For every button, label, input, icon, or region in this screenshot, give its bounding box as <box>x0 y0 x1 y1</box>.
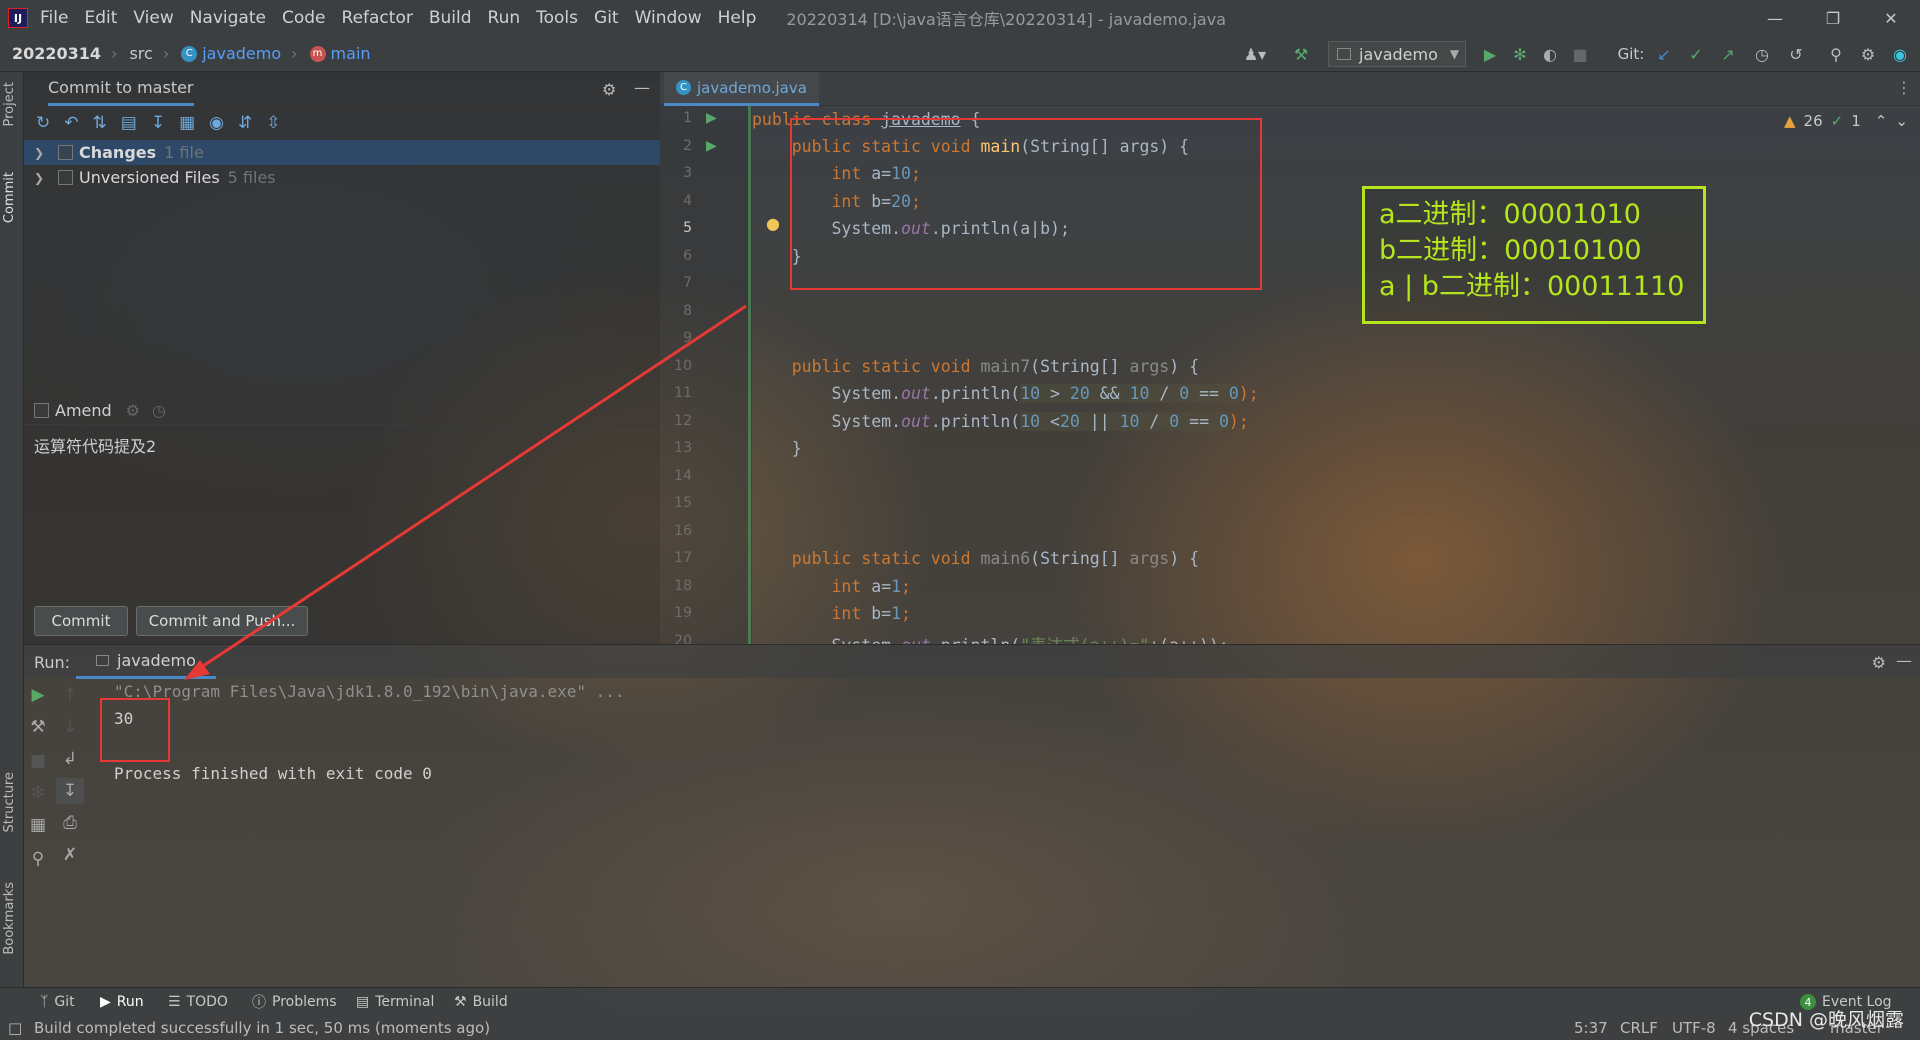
csdn-watermark: CSDN @晚风烟露 <box>1748 1009 1904 1031</box>
arrow-line <box>199 304 747 670</box>
annotation-line-a: a二进制：00001010 <box>1379 199 1641 230</box>
annotation-arrow <box>184 304 747 680</box>
binary-annotation-box: a二进制：00001010 b二进制：00010100 a | b二进制：000… <box>1362 186 1706 324</box>
annotation-line-or: a | b二进制：00011110 <box>1379 271 1685 302</box>
annotation-line-b: b二进制：00010100 <box>1379 235 1642 266</box>
